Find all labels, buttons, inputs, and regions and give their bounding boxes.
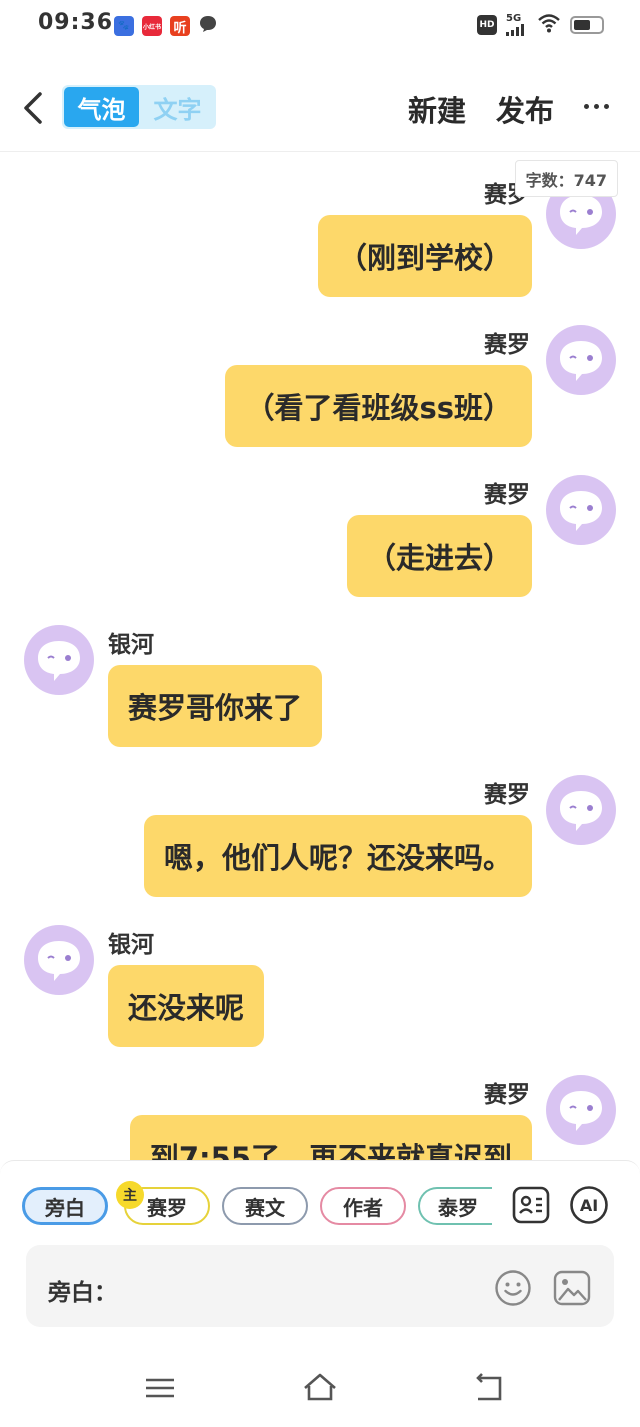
message-item[interactable]: 赛罗 嗯，他们人呢？还没来吗。 xyxy=(0,771,640,901)
emoji-button[interactable] xyxy=(494,1269,532,1307)
role-chip-saiwen[interactable]: 赛文 xyxy=(222,1187,308,1225)
back-button[interactable] xyxy=(18,86,50,130)
status-bar: 09:36 🐾 小红书 听 HD 5G xyxy=(0,0,640,52)
message-bubble[interactable]: 嗯，他们人呢？还没来吗。 xyxy=(143,815,532,897)
mode-toggle: 气泡 文字 xyxy=(62,85,216,129)
message-item[interactable]: 赛罗 （走进去） xyxy=(0,471,640,601)
avatar[interactable] xyxy=(24,625,94,695)
message-bubble[interactable]: 还没来呢 xyxy=(108,965,265,1047)
message-item[interactable]: 银河 赛罗哥你来了 xyxy=(0,621,640,751)
message-bubble[interactable]: （刚到学校） xyxy=(317,215,532,297)
home-icon xyxy=(304,1373,336,1401)
new-button[interactable]: 新建 xyxy=(408,88,466,130)
image-button[interactable] xyxy=(552,1269,592,1307)
avatar[interactable] xyxy=(546,325,616,395)
system-nav-bar xyxy=(0,1355,640,1427)
publish-button[interactable]: 发布 xyxy=(496,88,554,130)
battery-icon xyxy=(570,16,604,34)
wifi-icon xyxy=(537,13,561,37)
input-role-label: 旁白： xyxy=(48,1280,117,1306)
status-time: 09:36 xyxy=(38,10,114,35)
message-input-box[interactable]: 旁白： xyxy=(26,1245,614,1327)
sender-name: 赛罗 xyxy=(484,332,530,358)
message-input[interactable] xyxy=(122,1265,482,1305)
nav-home-button[interactable] xyxy=(302,1371,338,1405)
editor-header: 气泡 文字 新建 发布 xyxy=(0,68,640,152)
avatar-bubble-icon xyxy=(38,941,80,981)
word-count-badge: 字数：747 xyxy=(514,160,618,197)
role-list-button[interactable] xyxy=(511,1185,551,1225)
sender-name: 银河 xyxy=(108,632,154,658)
back-nav-icon xyxy=(476,1373,502,1401)
avatar-bubble-icon xyxy=(560,791,602,831)
avatar[interactable] xyxy=(24,925,94,995)
ai-label: AI xyxy=(579,1195,599,1215)
mode-text-tab[interactable]: 文字 xyxy=(141,87,214,127)
role-chip-tailuo[interactable]: 泰罗 xyxy=(418,1187,492,1225)
xiaohongshu-icon: 小红书 xyxy=(142,16,162,36)
role-selector: 旁白 主 赛罗 赛文 作者 泰罗 AI xyxy=(0,1181,640,1231)
smiley-icon xyxy=(495,1270,531,1306)
role-chip-narrator[interactable]: 旁白 xyxy=(22,1187,108,1225)
message-item[interactable]: 赛罗 到7:55了，再不来就真迟到 xyxy=(0,1071,640,1163)
avatar-bubble-icon xyxy=(560,341,602,381)
chevron-left-icon xyxy=(24,92,42,124)
sender-name: 赛罗 xyxy=(484,482,530,508)
mode-bubble-tab[interactable]: 气泡 xyxy=(64,87,139,127)
avatar-bubble-icon xyxy=(560,1091,602,1131)
message-icon xyxy=(198,14,218,38)
chat-area[interactable]: 字数：747 赛罗 （刚到学校） 赛罗 （看了看班级ss班） 赛罗 （走进去） … xyxy=(0,153,640,1163)
sender-name: 赛罗 xyxy=(484,782,530,808)
avatar[interactable] xyxy=(546,475,616,545)
avatar[interactable] xyxy=(546,775,616,845)
signal-icon: 5G xyxy=(506,14,528,36)
baidu-icon: 🐾 xyxy=(114,16,134,36)
main-role-badge: 主 xyxy=(116,1181,144,1209)
menu-icon xyxy=(146,1378,174,1398)
notification-icons: 🐾 小红书 听 xyxy=(114,14,218,38)
message-item[interactable]: 赛罗 （看了看班级ss班） xyxy=(0,321,640,451)
hd-icon: HD xyxy=(477,15,497,35)
avatar-bubble-icon xyxy=(38,641,80,681)
system-icons: HD 5G xyxy=(477,13,604,37)
avatar-bubble-icon xyxy=(560,491,602,531)
sender-name: 银河 xyxy=(108,932,154,958)
more-options-icon[interactable] xyxy=(584,104,609,109)
message-bubble[interactable]: （看了看班级ss班） xyxy=(225,365,532,447)
image-icon xyxy=(553,1270,591,1306)
message-bubble[interactable]: 赛罗哥你来了 xyxy=(108,665,323,747)
ai-button[interactable]: AI xyxy=(569,1185,609,1225)
role-chip-author[interactable]: 作者 xyxy=(320,1187,406,1225)
nav-back-button[interactable] xyxy=(470,1371,506,1405)
composer-panel: 旁白 主 赛罗 赛文 作者 泰罗 AI 旁白： xyxy=(0,1160,640,1355)
sender-name: 赛罗 xyxy=(484,1082,530,1108)
nav-menu-button[interactable] xyxy=(142,1371,178,1405)
network-type: 5G xyxy=(506,13,522,24)
message-bubble[interactable]: 到7:55了，再不来就真迟到 xyxy=(129,1115,532,1163)
message-item[interactable]: 银河 还没来呢 xyxy=(0,921,640,1051)
contact-card-icon xyxy=(512,1186,550,1224)
ting-icon: 听 xyxy=(170,16,190,36)
avatar[interactable] xyxy=(546,1075,616,1145)
message-bubble[interactable]: （走进去） xyxy=(346,515,532,597)
